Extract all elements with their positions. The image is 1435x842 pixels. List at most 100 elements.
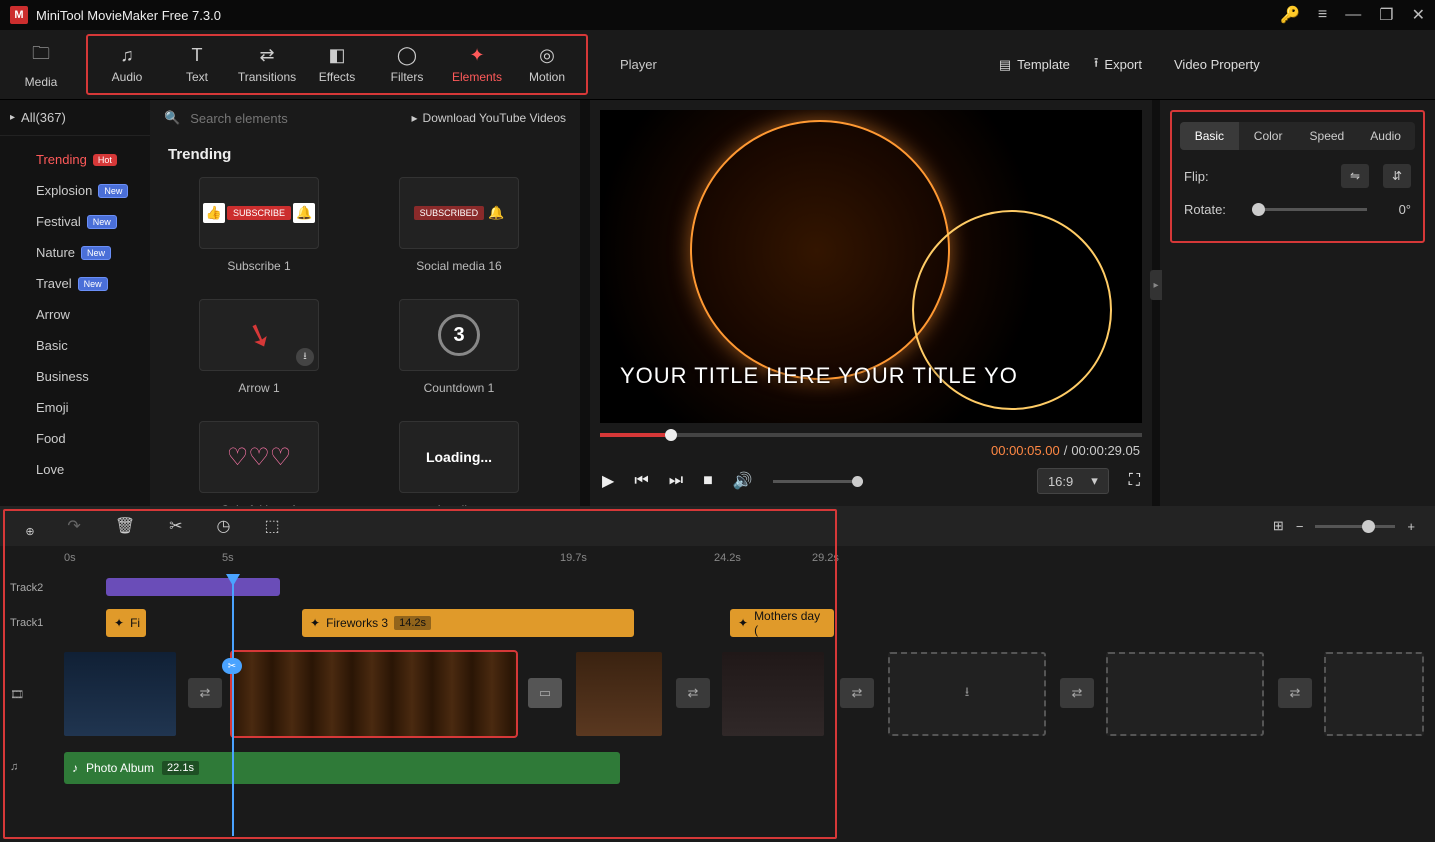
element-card[interactable]: 3 Countdown 1	[384, 299, 534, 395]
speed-button[interactable]: ◷	[217, 516, 231, 536]
crop-button[interactable]: ⬚	[265, 516, 280, 536]
category-item[interactable]: TravelNew	[0, 268, 150, 299]
export-button[interactable]: ⭱Export	[1094, 54, 1142, 76]
close-icon[interactable]: ✕	[1412, 5, 1425, 25]
element-card[interactable]: Loading... Loading	[384, 421, 534, 517]
category-item[interactable]: Basic	[0, 330, 150, 361]
volume-icon[interactable]: 🔊	[733, 471, 753, 491]
key-icon[interactable]: 🔑	[1280, 5, 1300, 25]
zoom-out-button[interactable]: −	[1296, 519, 1304, 534]
category-item[interactable]: Emoji	[0, 392, 150, 423]
video-clip[interactable]	[722, 652, 824, 736]
download-youtube-link[interactable]: ▸Download YouTube Videos	[412, 111, 566, 125]
category-item[interactable]: NatureNew	[0, 237, 150, 268]
download-icon[interactable]: ⭳	[296, 348, 314, 366]
element-clip[interactable]: ✦Fireworks 314.2s	[302, 609, 634, 637]
tab-elements[interactable]: ✦Elements	[442, 38, 512, 91]
category-item[interactable]: Food	[0, 423, 150, 454]
time-display: 00:00:05.00 / 00:00:29.05	[590, 437, 1152, 458]
video-clip[interactable]	[64, 652, 176, 736]
sparkle-icon: ✦	[738, 616, 748, 630]
tab-motion[interactable]: ◎Motion	[512, 38, 582, 91]
drop-slot[interactable]	[1324, 652, 1424, 736]
search-input[interactable]	[190, 111, 401, 126]
total-time: 00:00:29.05	[1071, 443, 1140, 458]
transition-slot[interactable]: ⇄	[1060, 678, 1094, 708]
fullscreen-button[interactable]: ⛶	[1129, 472, 1140, 490]
delete-button[interactable]: 🗑	[115, 516, 135, 536]
category-item[interactable]: Explosion New	[0, 175, 150, 206]
video-clip[interactable]	[576, 652, 662, 736]
transition-slot[interactable]: ⇄	[840, 678, 874, 708]
prop-tab-color[interactable]: Color	[1239, 122, 1298, 150]
audio-clip[interactable]: ♪ Photo Album 22.1s	[64, 752, 620, 784]
drop-slot[interactable]: ⭳	[888, 652, 1046, 736]
category-item[interactable]: TrendingHot	[0, 144, 150, 175]
volume-slider[interactable]	[773, 480, 863, 483]
property-header: Video Property	[1160, 30, 1435, 99]
transition-slot[interactable]: ▭	[528, 678, 562, 708]
transition-slot[interactable]: ⇄	[188, 678, 222, 708]
audio-duration: 22.1s	[162, 761, 199, 775]
panel-toggle[interactable]: ▸	[1150, 270, 1162, 300]
next-frame-button[interactable]: ⏭	[669, 472, 683, 490]
tab-media[interactable]: 🗀 Media	[6, 36, 76, 93]
prop-tab-audio[interactable]: Audio	[1356, 122, 1415, 150]
flip-horizontal-button[interactable]: ⇋	[1341, 164, 1369, 188]
new-badge: New	[98, 184, 128, 198]
play-button[interactable]: ▶	[602, 471, 614, 491]
category-item[interactable]: Business	[0, 361, 150, 392]
transition-slot[interactable]: ⇄	[1278, 678, 1312, 708]
element-clip[interactable]: ✦Mothers day (	[730, 609, 834, 637]
rotate-slider[interactable]	[1252, 208, 1367, 211]
split-handle-icon[interactable]: ✂	[222, 658, 242, 674]
text-clip[interactable]	[106, 578, 280, 596]
tab-text[interactable]: TText	[162, 38, 232, 91]
stop-button[interactable]: ■	[703, 472, 713, 490]
element-card[interactable]: ➘⭳ Arrow 1	[184, 299, 334, 395]
category-item[interactable]: FestivalNew	[0, 206, 150, 237]
element-card[interactable]: 👍SUBSCRIBE🔔 Subscribe 1	[184, 177, 334, 273]
prop-tab-speed[interactable]: Speed	[1298, 122, 1357, 150]
maximize-icon[interactable]: ❐	[1379, 5, 1393, 25]
zoom-slider[interactable]	[1315, 525, 1395, 528]
tab-effects[interactable]: ◧Effects	[302, 38, 372, 91]
add-track-button[interactable]: ⊕	[0, 516, 60, 546]
prev-frame-button[interactable]: ⏮	[634, 472, 648, 490]
tab-filters[interactable]: ◯Filters	[372, 38, 442, 91]
audio-track-icon: ♫	[0, 761, 60, 773]
zoom-in-button[interactable]: +	[1407, 519, 1415, 534]
flip-vertical-button[interactable]: ⇵	[1383, 164, 1411, 188]
element-clip[interactable]: ✦Fi	[106, 609, 146, 637]
element-card[interactable]: ♡♡♡ Colorful love 1	[184, 421, 334, 517]
timeline-ruler[interactable]: ⊕ 0s 5s 19.7s 24.2s 29.2s	[0, 546, 1435, 576]
video-clip-selected[interactable]	[232, 652, 516, 736]
prop-tab-basic[interactable]: Basic	[1180, 122, 1239, 150]
tab-audio[interactable]: ♫Audio	[92, 38, 162, 91]
menu-icon[interactable]: ≡	[1318, 6, 1327, 24]
split-button[interactable]: ✂	[169, 516, 182, 536]
template-button[interactable]: ▤Template	[999, 57, 1070, 73]
drop-slot[interactable]	[1106, 652, 1264, 736]
minimize-icon[interactable]: —	[1345, 6, 1361, 24]
playhead[interactable]: ✂	[232, 576, 234, 836]
preview-area[interactable]: YOUR TITLE HERE YOUR TITLE YO	[600, 110, 1142, 423]
card-label: Social media 16	[384, 259, 534, 273]
tab-transitions[interactable]: ⇄Transitions	[232, 38, 302, 91]
category-item[interactable]: Love	[0, 454, 150, 485]
category-all[interactable]: All(367)	[0, 100, 150, 136]
tab-audio-label: Audio	[112, 70, 143, 84]
category-item[interactable]: Arrow	[0, 299, 150, 330]
category-label: Explosion	[36, 183, 92, 198]
element-card[interactable]: SUBSCRIBED🔔 Social media 16	[384, 177, 534, 273]
redo-button[interactable]: ↷	[67, 516, 80, 536]
progress-knob[interactable]	[665, 429, 677, 441]
transition-slot[interactable]: ⇄	[676, 678, 710, 708]
effects-icon: ◧	[328, 45, 345, 66]
slider-knob[interactable]	[1252, 203, 1265, 216]
fit-timeline-icon[interactable]: ⊞	[1273, 518, 1284, 534]
aspect-ratio-select[interactable]: 16:9▾	[1037, 468, 1109, 494]
progress-bar[interactable]	[600, 433, 1142, 437]
category-list[interactable]: TrendingHot Explosion New FestivalNew Nat…	[0, 136, 150, 506]
video-track-icon: 🎞	[0, 688, 60, 701]
